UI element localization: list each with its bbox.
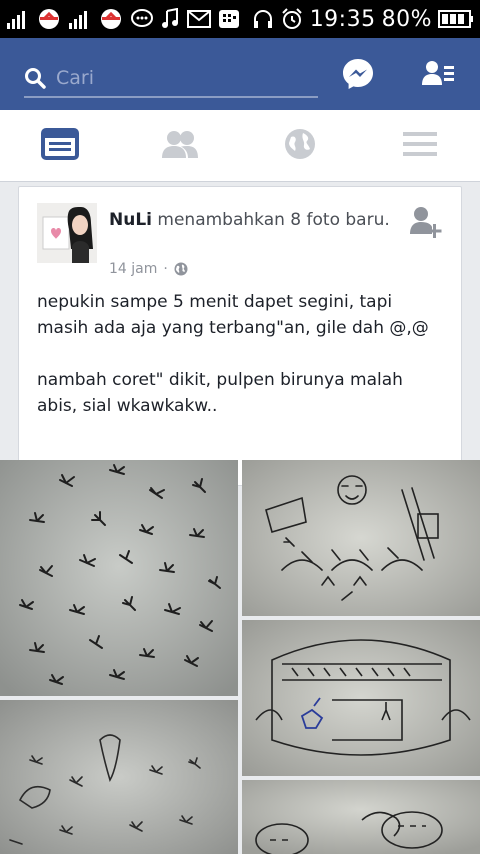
- status-bar: 19:35 80%: [0, 0, 480, 38]
- signal-icon: [68, 7, 92, 31]
- search-icon: [24, 67, 46, 89]
- photo-drawing-3[interactable]: [242, 780, 480, 854]
- tab-menu[interactable]: [360, 110, 480, 182]
- gmail-icon: [186, 7, 212, 31]
- photo-mosquitoes-1[interactable]: [0, 460, 238, 696]
- nav-bar: [0, 110, 480, 182]
- search-underline: [24, 96, 318, 98]
- chat-icon: [130, 7, 154, 31]
- post-body: nepukin sampe 5 menit dapet segini, tapi…: [37, 289, 447, 445]
- data-icon: [36, 7, 62, 31]
- alarm-icon: [280, 7, 304, 31]
- photo-mosquitoes-2[interactable]: [0, 700, 238, 854]
- post-action: menambahkan 8 foto baru.: [157, 210, 390, 230]
- clock-time: 19:35: [309, 6, 376, 32]
- tab-notifications[interactable]: [240, 110, 360, 182]
- music-icon: [160, 7, 180, 31]
- photo-drawing-1[interactable]: [242, 460, 480, 616]
- battery-percent: 80%: [381, 6, 432, 32]
- news-feed-icon: [41, 128, 79, 164]
- search-bar[interactable]: [24, 62, 318, 94]
- globe-icon: [174, 262, 188, 276]
- post-paragraph: nepukin sampe 5 menit dapet segini, tapi…: [37, 292, 429, 338]
- top-header: [0, 38, 480, 110]
- photo-drawing-2[interactable]: [242, 620, 480, 776]
- friend-requests-icon[interactable]: [420, 56, 456, 92]
- author-name[interactable]: NuLi: [109, 210, 152, 230]
- signal-icon: [6, 7, 30, 31]
- post-meta: 14 jam ·: [109, 261, 188, 277]
- menu-icon: [403, 130, 437, 162]
- post-card: NuLi menambahkan 8 foto baru. 14 jam · n…: [18, 186, 462, 486]
- bbm-icon: [218, 7, 240, 31]
- friends-icon: [161, 129, 199, 163]
- search-input[interactable]: [56, 67, 306, 89]
- data-icon: [98, 7, 124, 31]
- tab-friends[interactable]: [120, 110, 240, 182]
- post-paragraph: nambah coret" dikit, pulpen birunya mala…: [37, 370, 403, 416]
- headset-icon: [252, 7, 274, 31]
- app-root: 19:35 80% Cari NuLi menambahkan 8 foto b…: [0, 0, 480, 854]
- avatar[interactable]: [37, 203, 97, 263]
- add-friend-icon[interactable]: [409, 205, 443, 239]
- post-time[interactable]: 14 jam: [109, 261, 157, 277]
- tab-news-feed[interactable]: [0, 110, 120, 182]
- post-header-text: NuLi menambahkan 8 foto baru.: [109, 207, 399, 233]
- meta-separator: ·: [163, 261, 168, 277]
- globe-icon: [283, 127, 317, 165]
- messenger-icon[interactable]: [340, 56, 376, 92]
- battery-icon: [438, 7, 474, 31]
